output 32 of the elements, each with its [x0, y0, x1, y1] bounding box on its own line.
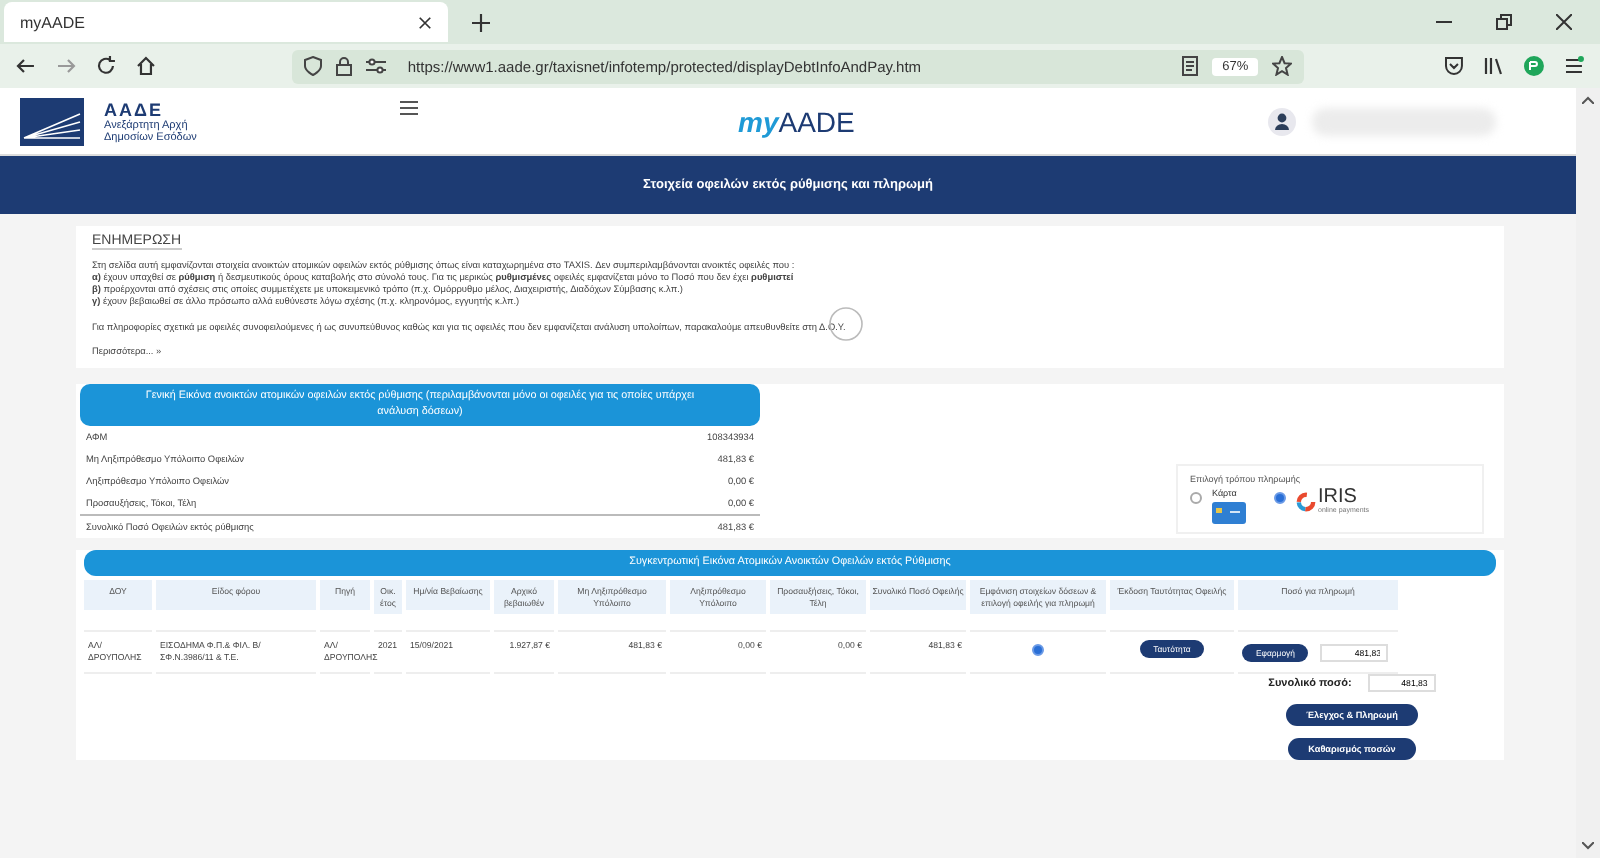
iris-name: IRIS	[1318, 488, 1357, 509]
new-tab-icon[interactable]	[472, 14, 490, 32]
permissions-icon[interactable]	[365, 58, 386, 74]
lock-icon[interactable]	[335, 56, 352, 76]
iris-logo-icon	[1296, 491, 1316, 512]
user-avatar-icon[interactable]	[1268, 107, 1296, 135]
tab-title: myAADE	[20, 13, 85, 31]
close-icon[interactable]	[418, 15, 432, 29]
menu-icon[interactable]	[1564, 56, 1585, 76]
browser-tab[interactable]: myAADE	[4, 2, 448, 42]
credit-card-icon	[1212, 502, 1246, 525]
reload-icon[interactable]	[95, 56, 116, 76]
scroll-down-icon[interactable]	[1582, 842, 1594, 850]
pocket-icon[interactable]	[1444, 56, 1465, 76]
library-icon[interactable]	[1484, 56, 1505, 76]
reader-view-icon[interactable]	[1182, 56, 1199, 76]
scrollbar[interactable]	[1576, 88, 1600, 858]
extension-icon[interactable]	[1524, 56, 1545, 76]
home-icon[interactable]	[135, 56, 156, 76]
restore-icon[interactable]	[1496, 14, 1512, 30]
radio-button[interactable]	[1032, 644, 1044, 657]
radio-button[interactable]	[1274, 492, 1286, 505]
back-icon[interactable]	[16, 56, 36, 76]
logo-title: ΑΑΔΕ	[104, 99, 165, 119]
aade-logo-icon	[20, 97, 84, 145]
menu-icon[interactable]	[400, 100, 418, 116]
bookmark-star-icon[interactable]	[1272, 56, 1293, 76]
shield-icon[interactable]	[303, 56, 322, 76]
close-icon[interactable]	[1556, 14, 1572, 30]
radio-button[interactable]	[1190, 492, 1202, 505]
brand-logo: myAADE	[738, 105, 855, 137]
scroll-up-icon[interactable]	[1582, 96, 1594, 104]
